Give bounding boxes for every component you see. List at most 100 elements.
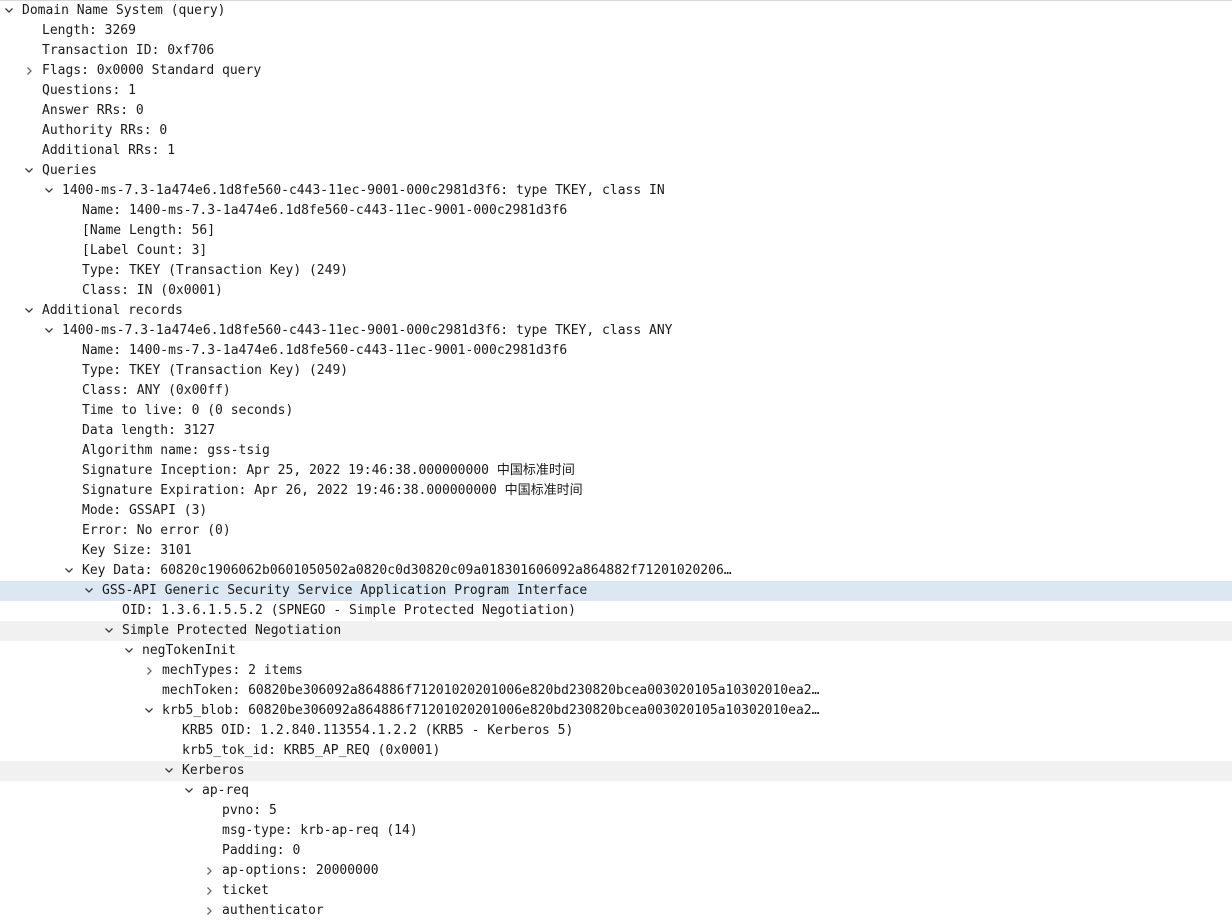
- tree-row-label: [Name Length: 56]: [82, 223, 216, 238]
- tree-leaf-row[interactable]: [Name Length: 56]: [0, 221, 1232, 241]
- tree-leaf-row[interactable]: krb5_tok_id: KRB5_AP_REQ (0x0001): [0, 741, 1232, 761]
- chevron-down-icon[interactable]: [23, 161, 35, 181]
- tree-leaf-row[interactable]: Class: IN (0x0001): [0, 281, 1232, 301]
- chevron-down-icon[interactable]: [83, 581, 95, 601]
- chevron-right-icon[interactable]: [203, 901, 215, 921]
- chevron-down-icon[interactable]: [43, 321, 55, 341]
- tree-leaf-row[interactable]: mechToken: 60820be306092a864886f71201020…: [0, 681, 1232, 701]
- tree-branch-row[interactable]: 1400-ms-7.3-1a474e6.1d8fe560-c443-11ec-9…: [0, 181, 1232, 201]
- tree-row-label: Signature Inception: Apr 25, 2022 19:46:…: [82, 463, 575, 478]
- tree-row-label: msg-type: krb-ap-req (14): [222, 823, 418, 838]
- tree-row-label: Kerberos: [182, 763, 245, 778]
- chevron-down-icon[interactable]: [43, 181, 55, 201]
- tree-row-label: Answer RRs: 0: [42, 103, 144, 118]
- tree-row-label: Data length: 3127: [82, 423, 216, 438]
- tree-row-label: krb5_blob: 60820be306092a864886f71201020…: [162, 703, 820, 718]
- tree-leaf-row[interactable]: Questions: 1: [0, 81, 1232, 101]
- tree-branch-row[interactable]: negTokenInit: [0, 641, 1232, 661]
- tree-branch-row[interactable]: ticket: [0, 881, 1232, 901]
- tree-branch-row[interactable]: ap-options: 20000000: [0, 861, 1232, 881]
- chevron-down-icon[interactable]: [123, 641, 135, 661]
- chevron-down-icon[interactable]: [23, 301, 35, 321]
- tree-branch-row[interactable]: mechTypes: 2 items: [0, 661, 1232, 681]
- tree-leaf-row[interactable]: Type: TKEY (Transaction Key) (249): [0, 261, 1232, 281]
- tree-leaf-row[interactable]: Length: 3269: [0, 21, 1232, 41]
- tree-leaf-row[interactable]: Algorithm name: gss-tsig: [0, 441, 1232, 461]
- tree-leaf-row[interactable]: Class: ANY (0x00ff): [0, 381, 1232, 401]
- tree-branch-row[interactable]: Simple Protected Negotiation: [0, 621, 1232, 641]
- tree-leaf-row[interactable]: Transaction ID: 0xf706: [0, 41, 1232, 61]
- tree-row-label: Type: TKEY (Transaction Key) (249): [82, 363, 349, 378]
- tree-row-label: Type: TKEY (Transaction Key) (249): [82, 263, 349, 278]
- tree-row-label: 1400-ms-7.3-1a474e6.1d8fe560-c443-11ec-9…: [62, 183, 665, 198]
- tree-branch-row[interactable]: Kerberos: [0, 761, 1232, 781]
- tree-row-label: Name: 1400-ms-7.3-1a474e6.1d8fe560-c443-…: [82, 203, 568, 218]
- tree-row-label: Class: IN (0x0001): [82, 283, 223, 298]
- tree-leaf-row[interactable]: Error: No error (0): [0, 521, 1232, 541]
- tree-row-label: mechToken: 60820be306092a864886f71201020…: [162, 683, 820, 698]
- tree-row-label: KRB5 OID: 1.2.840.113554.1.2.2 (KRB5 - K…: [182, 723, 574, 738]
- tree-row-label: Additional records: [42, 303, 183, 318]
- chevron-down-icon[interactable]: [163, 761, 175, 781]
- tree-row-label: Error: No error (0): [82, 523, 231, 538]
- tree-row-label: 1400-ms-7.3-1a474e6.1d8fe560-c443-11ec-9…: [62, 323, 673, 338]
- tree-leaf-row[interactable]: Signature Expiration: Apr 26, 2022 19:46…: [0, 481, 1232, 501]
- tree-leaf-row[interactable]: OID: 1.3.6.1.5.5.2 (SPNEGO - Simple Prot…: [0, 601, 1232, 621]
- tree-row-label: Algorithm name: gss-tsig: [82, 443, 270, 458]
- tree-leaf-row[interactable]: Type: TKEY (Transaction Key) (249): [0, 361, 1232, 381]
- tree-row-label: Key Size: 3101: [82, 543, 192, 558]
- tree-leaf-row[interactable]: Padding: 0: [0, 841, 1232, 861]
- chevron-down-icon[interactable]: [103, 621, 115, 641]
- packet-details-tree[interactable]: Domain Name System (query) Length: 3269 Tr…: [0, 0, 1232, 923]
- chevron-right-icon[interactable]: [143, 661, 155, 681]
- tree-branch-row[interactable]: 1400-ms-7.3-1a474e6.1d8fe560-c443-11ec-9…: [0, 321, 1232, 341]
- tree-branch-row[interactable]: GSS-API Generic Security Service Applica…: [0, 581, 1232, 601]
- chevron-right-icon[interactable]: [23, 61, 35, 81]
- tree-row-label: Key Data: 60820c1906062b0601050502a0820c…: [82, 563, 732, 578]
- tree-leaf-row[interactable]: [Label Count: 3]: [0, 241, 1232, 261]
- tree-row-label: Length: 3269: [42, 23, 136, 38]
- tree-branch-row[interactable]: Additional records: [0, 301, 1232, 321]
- tree-row-label: ticket: [222, 883, 269, 898]
- tree-row-label: Flags: 0x0000 Standard query: [42, 63, 262, 78]
- tree-row-label: OID: 1.3.6.1.5.5.2 (SPNEGO - Simple Prot…: [122, 603, 576, 618]
- tree-row-label: mechTypes: 2 items: [162, 663, 303, 678]
- tree-branch-row[interactable]: Key Data: 60820c1906062b0601050502a0820c…: [0, 561, 1232, 581]
- chevron-down-icon[interactable]: [183, 781, 195, 801]
- tree-leaf-row[interactable]: KRB5 OID: 1.2.840.113554.1.2.2 (KRB5 - K…: [0, 721, 1232, 741]
- tree-branch-row[interactable]: Flags: 0x0000 Standard query: [0, 61, 1232, 81]
- chevron-right-icon[interactable]: [203, 881, 215, 901]
- tree-leaf-row[interactable]: Data length: 3127: [0, 421, 1232, 441]
- tree-branch-row[interactable]: krb5_blob: 60820be306092a864886f71201020…: [0, 701, 1232, 721]
- chevron-down-icon[interactable]: [3, 1, 15, 21]
- tree-branch-row[interactable]: authenticator: [0, 901, 1232, 921]
- tree-leaf-row[interactable]: Key Size: 3101: [0, 541, 1232, 561]
- tree-branch-row[interactable]: Domain Name System (query): [0, 1, 1232, 21]
- tree-branch-row[interactable]: Queries: [0, 161, 1232, 181]
- tree-leaf-row[interactable]: Mode: GSSAPI (3): [0, 501, 1232, 521]
- tree-leaf-row[interactable]: Additional RRs: 1: [0, 141, 1232, 161]
- tree-leaf-row[interactable]: Signature Inception: Apr 25, 2022 19:46:…: [0, 461, 1232, 481]
- tree-row-label: Domain Name System (query): [22, 3, 226, 18]
- tree-row-label: Signature Expiration: Apr 26, 2022 19:46…: [82, 483, 583, 498]
- tree-branch-row[interactable]: ap-req: [0, 781, 1232, 801]
- tree-leaf-row[interactable]: Authority RRs: 0: [0, 121, 1232, 141]
- tree-row-label: ap-options: 20000000: [222, 863, 379, 878]
- chevron-right-icon[interactable]: [203, 861, 215, 881]
- tree-row-label: Class: ANY (0x00ff): [82, 383, 231, 398]
- tree-row-label: Transaction ID: 0xf706: [42, 43, 215, 58]
- tree-leaf-row[interactable]: Name: 1400-ms-7.3-1a474e6.1d8fe560-c443-…: [0, 341, 1232, 361]
- chevron-down-icon[interactable]: [63, 561, 75, 581]
- tree-leaf-row[interactable]: Answer RRs: 0: [0, 101, 1232, 121]
- chevron-down-icon[interactable]: [143, 701, 155, 721]
- tree-row-label: negTokenInit: [142, 643, 236, 658]
- tree-leaf-row[interactable]: Time to live: 0 (0 seconds): [0, 401, 1232, 421]
- tree-row-label: krb5_tok_id: KRB5_AP_REQ (0x0001): [182, 743, 441, 758]
- tree-row-label: Queries: [42, 163, 97, 178]
- tree-row-label: Authority RRs: 0: [42, 123, 168, 138]
- tree-leaf-row[interactable]: Name: 1400-ms-7.3-1a474e6.1d8fe560-c443-…: [0, 201, 1232, 221]
- tree-row-label: Additional RRs: 1: [42, 143, 176, 158]
- tree-row-label: Padding: 0: [222, 843, 301, 858]
- tree-leaf-row[interactable]: pvno: 5: [0, 801, 1232, 821]
- tree-leaf-row[interactable]: msg-type: krb-ap-req (14): [0, 821, 1232, 841]
